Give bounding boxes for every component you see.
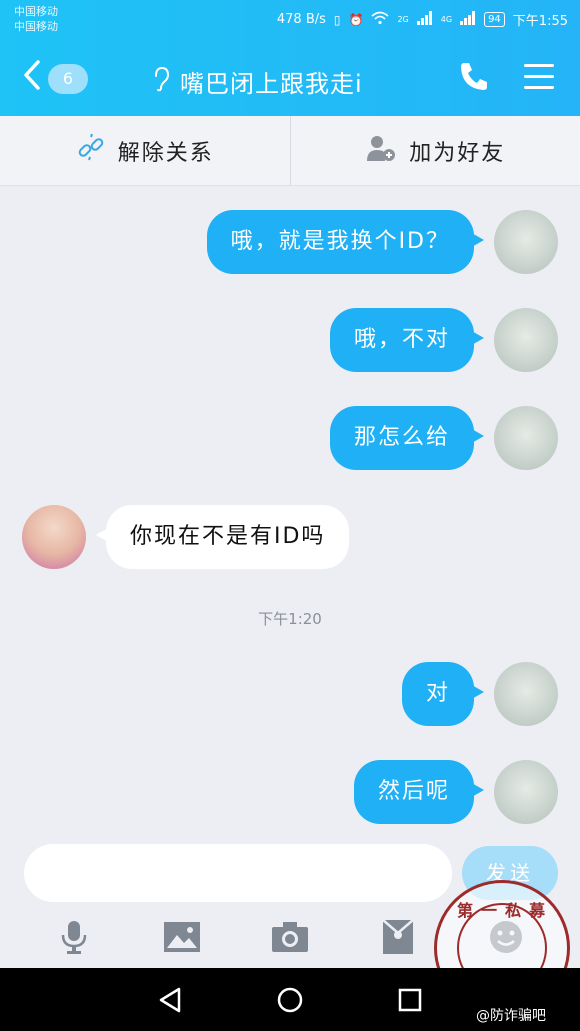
carrier-2: 中国移动: [14, 20, 58, 33]
nav-recents-icon[interactable]: [390, 980, 430, 1020]
add-friend-icon: [365, 133, 397, 169]
menu-line: [524, 86, 554, 89]
wifi-icon: [371, 11, 389, 28]
add-friend-label: 加为好友: [409, 140, 506, 166]
relation-bar: 解除关系 加为好友: [0, 116, 580, 186]
carrier-1: 中国移动: [14, 5, 58, 18]
message-bubble-other[interactable]: 你现在不是有ID吗: [95, 505, 350, 569]
menu-line: [524, 64, 554, 67]
unlink-label: 解除关系: [117, 140, 214, 166]
network-type-2: 4G: [440, 15, 453, 24]
back-chevron-icon[interactable]: [22, 58, 42, 101]
avatar[interactable]: [494, 210, 558, 274]
status-bar: 中国移动 中国移动 478 B/s ▯ ⏰ 2G 4G 94 下午1:55: [0, 0, 580, 40]
chat-title-wrap: 嘴巴闭上跟我走i: [152, 64, 363, 99]
microphone-icon[interactable]: [52, 915, 96, 959]
phone-call-icon[interactable]: [456, 58, 496, 98]
unread-count-badge[interactable]: 6: [48, 64, 88, 94]
ear-icon: [152, 66, 170, 98]
menu-icon[interactable]: [524, 64, 554, 90]
message-bubble-self[interactable]: 哦，就是我换个ID？: [206, 210, 485, 274]
message-bubble-self[interactable]: 哦，不对: [329, 308, 485, 372]
status-icons: 478 B/s ▯ ⏰ 2G 4G 94 下午1:55: [277, 10, 568, 29]
carrier-labels: 中国移动 中国移动: [14, 4, 58, 34]
battery-level: 94: [484, 12, 505, 27]
nav-home-icon[interactable]: [270, 980, 310, 1020]
network-speed: 478 B/s: [276, 12, 326, 27]
message-bubble-self[interactable]: 那怎么给: [329, 406, 485, 470]
menu-line: [524, 75, 554, 78]
camera-icon[interactable]: [268, 915, 312, 959]
network-type-1: 2G: [397, 15, 409, 24]
signal-icon: [416, 11, 433, 28]
watermark-caption: @防诈骗吧: [476, 1008, 546, 1024]
contact-avatar[interactable]: [22, 505, 86, 569]
unlink-relation-button[interactable]: 解除关系: [0, 116, 291, 185]
broken-link-icon: [76, 133, 106, 169]
message-bubble-self[interactable]: 然后呢: [353, 760, 485, 824]
chat-title: 嘴巴闭上跟我走i: [180, 70, 363, 98]
clock: 下午1:55: [512, 14, 568, 29]
vibrate-icon: ▯: [333, 12, 341, 27]
nav-back-icon[interactable]: [150, 980, 190, 1020]
signal-icon-2: [460, 11, 476, 28]
avatar[interactable]: [494, 760, 558, 824]
avatar[interactable]: [494, 406, 558, 470]
red-packet-icon[interactable]: [376, 915, 420, 959]
add-friend-button[interactable]: 加为好友: [291, 116, 580, 185]
image-icon[interactable]: [160, 915, 204, 959]
alarm-icon: ⏰: [348, 12, 364, 27]
message-bubble-self[interactable]: 对: [401, 662, 485, 726]
chat-header: 6 嘴巴闭上跟我走i: [0, 40, 580, 116]
avatar[interactable]: [494, 662, 558, 726]
message-input[interactable]: [24, 844, 452, 902]
avatar[interactable]: [494, 308, 558, 372]
message-timestamp: 下午1:20: [258, 610, 322, 628]
